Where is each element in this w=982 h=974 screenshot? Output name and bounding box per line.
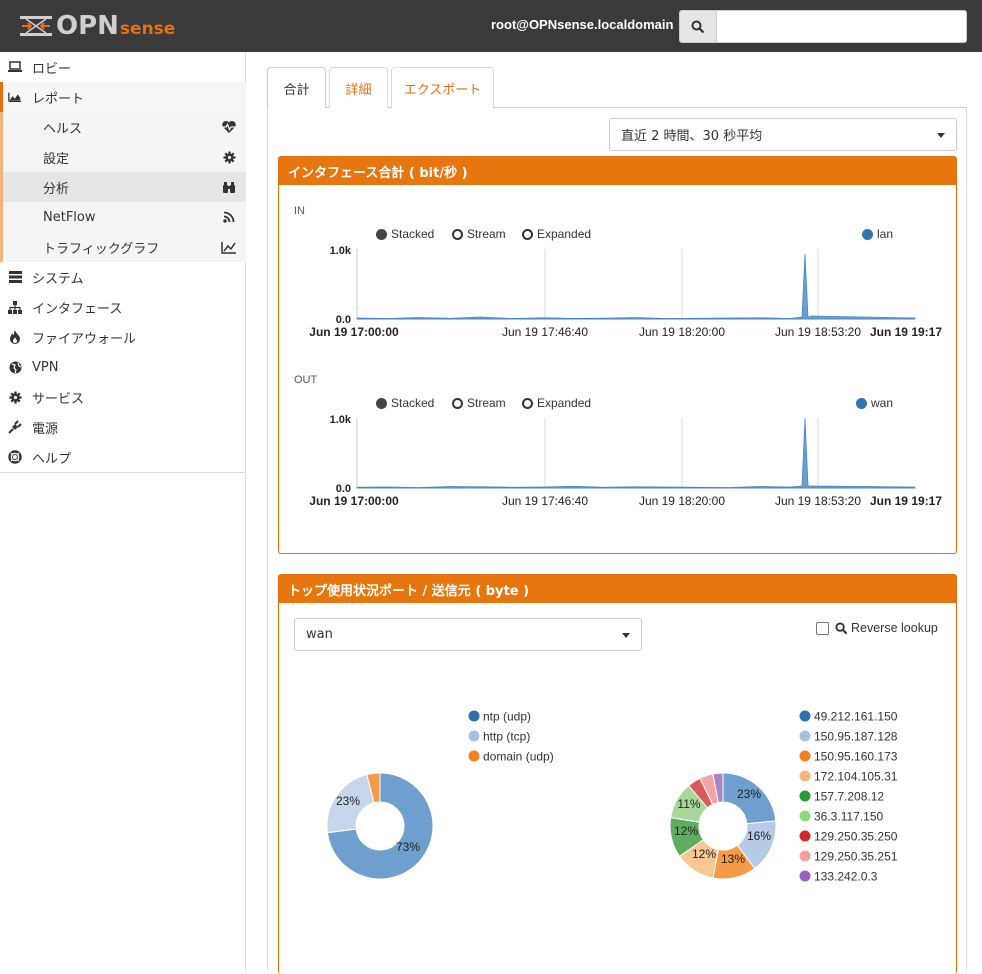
mode-stacked-out[interactable]: Stacked [376, 396, 434, 410]
mode-expanded-in[interactable]: Expanded [522, 227, 591, 241]
active-tab-gap [268, 107, 325, 109]
radio-empty-icon [522, 397, 533, 409]
sidebar: ロビー レポート ヘルス 設定 分析 NetFlow トラフィックグラフ システ… [0, 52, 246, 970]
sidebar-item-label: ロビー [32, 61, 72, 77]
mode-expanded-out[interactable]: Expanded [522, 396, 591, 410]
sidebar-item-label: NetFlow [43, 209, 96, 225]
search-box [679, 10, 967, 43]
sidebar-item-label: ヘルプ [32, 451, 72, 467]
binoculars-icon [221, 180, 237, 194]
sidebar-item-interfaces[interactable]: インタフェース [0, 292, 246, 322]
life-ring-icon [8, 450, 22, 464]
series-dot-icon [856, 397, 867, 409]
mode-label: Stacked [391, 396, 435, 410]
sidebar-item-netflow[interactable]: NetFlow [0, 202, 246, 232]
tab-export[interactable]: エクスポート [391, 67, 494, 108]
sidebar-item-label: VPN [32, 359, 59, 375]
reverse-lookup-checkbox[interactable] [816, 621, 829, 635]
plug-icon [8, 420, 22, 434]
cog-icon [8, 390, 22, 404]
sidebar-item-traffic-graph[interactable]: トラフィックグラフ [0, 232, 246, 262]
gear-icon [221, 150, 237, 164]
sitemap-icon [8, 300, 22, 314]
tab-details[interactable]: 詳細 [329, 67, 388, 108]
server-icon [8, 270, 22, 284]
chevron-down-icon [622, 633, 630, 638]
sidebar-item-insight[interactable]: 分析 [0, 172, 246, 202]
sidebar-item-label: トラフィックグラフ [43, 241, 160, 257]
sidebar-item-lobby[interactable]: ロビー [0, 52, 246, 82]
time-range-value: 直近 2 時間、30 秒平均 [621, 129, 763, 144]
laptop-icon [8, 60, 22, 74]
search-icon [691, 20, 705, 33]
mode-label: Stream [467, 396, 506, 410]
series-legend-wan[interactable]: wan [856, 396, 893, 410]
logo-text: OPN [56, 11, 119, 41]
sidebar-item-label: ヘルス [43, 121, 83, 137]
interface-select[interactable]: wan [294, 618, 642, 651]
area-chart-icon [8, 90, 22, 104]
mode-stream-in[interactable]: Stream [452, 227, 506, 241]
sidebar-item-settings[interactable]: 設定 [0, 142, 246, 172]
chevron-down-icon [937, 133, 945, 138]
sidebar-item-reporting[interactable]: レポート [0, 82, 246, 112]
series-dot-icon [862, 228, 873, 240]
tab-totals[interactable]: 合計 [267, 67, 326, 108]
sidebar-item-health[interactable]: ヘルス [0, 112, 246, 142]
mode-stacked-in[interactable]: Stacked [376, 227, 434, 241]
time-range-select[interactable]: 直近 2 時間、30 秒平均 [609, 118, 957, 151]
reverse-lookup-label: Reverse lookup [851, 621, 938, 635]
mode-label: Stream [467, 227, 506, 241]
top-navbar: OPN sense root@OPNsense.localdomain [0, 0, 982, 52]
sidebar-item-services[interactable]: サービス [0, 382, 246, 412]
series-legend-lan[interactable]: lan [862, 227, 893, 241]
mode-label: Expanded [537, 227, 592, 241]
heartbeat-icon [221, 120, 237, 134]
sidebar-item-label: インタフェース [32, 301, 123, 317]
panel-title: トップ使用状況ポート / 送信元 ( byte ) [279, 575, 956, 603]
reverse-lookup-toggle[interactable]: Reverse lookup [816, 621, 938, 635]
fire-icon [8, 330, 22, 344]
sidebar-item-system[interactable]: システム [0, 262, 246, 292]
sidebar-item-label: 電源 [32, 421, 59, 437]
sidebar-item-label: ファイアウォール [32, 331, 137, 347]
in-label: IN [294, 205, 305, 217]
logo-mark-icon [20, 16, 52, 36]
sidebar-item-power[interactable]: 電源 [0, 412, 246, 442]
mode-label: Stacked [391, 227, 435, 241]
search-input[interactable] [717, 10, 967, 43]
sidebar-item-help[interactable]: ヘルプ [0, 442, 246, 472]
interface-totals-panel: インタフェース合計 ( bit/秒 ) [278, 156, 957, 554]
radio-filled-icon [376, 228, 387, 240]
sidebar-divider [0, 472, 246, 473]
sidebar-item-label: サービス [32, 391, 85, 407]
sidebar-item-vpn[interactable]: VPN [0, 352, 246, 382]
radio-empty-icon [522, 228, 533, 240]
series-label: lan [877, 227, 894, 241]
sidebar-item-firewall[interactable]: ファイアウォール [0, 322, 246, 352]
globe-icon [8, 360, 22, 374]
radio-empty-icon [452, 228, 463, 240]
sidebar-item-label: システム [32, 271, 84, 287]
mode-label: Expanded [537, 396, 592, 410]
sidebar-item-label: レポート [32, 91, 85, 107]
radio-empty-icon [452, 397, 463, 409]
out-label: OUT [294, 374, 318, 386]
search-button[interactable] [679, 10, 717, 43]
series-label: wan [871, 396, 894, 410]
panel-title: インタフェース合計 ( bit/秒 ) [279, 157, 956, 185]
logo-sense-text: sense [119, 19, 176, 39]
opnsense-logo[interactable]: OPN sense [18, 11, 175, 41]
interface-select-value: wan [306, 627, 333, 642]
sidebar-item-label: 設定 [43, 151, 70, 167]
radio-filled-icon [376, 397, 387, 409]
search-icon [835, 621, 848, 634]
sidebar-item-label: 分析 [43, 181, 70, 197]
mode-stream-out[interactable]: Stream [452, 396, 506, 410]
user-menu[interactable]: root@OPNsense.localdomain [491, 17, 673, 32]
line-chart-icon [221, 240, 237, 254]
rss-icon [221, 210, 237, 224]
